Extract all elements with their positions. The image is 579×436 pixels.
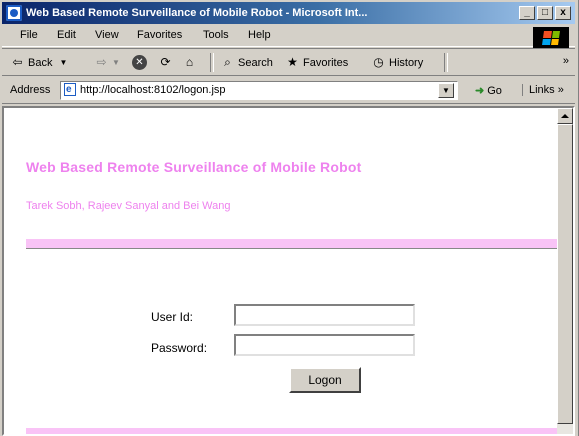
search-icon: ⌕ bbox=[224, 55, 231, 69]
menu-bar: File Edit View Favorites Tools Help bbox=[2, 26, 575, 49]
logon-page: Web Based Remote Surveillance of Mobile … bbox=[12, 108, 562, 434]
menu-help[interactable]: Help bbox=[248, 29, 271, 41]
refresh-icon: ⟳ bbox=[160, 55, 171, 69]
browser-window: Web Based Remote Surveillance of Mobile … bbox=[0, 0, 579, 436]
go-arrow-icon: ➜ bbox=[475, 85, 485, 97]
back-arrow-icon: ⇦ bbox=[12, 55, 23, 69]
go-label: Go bbox=[487, 84, 502, 97]
page-icon bbox=[64, 82, 76, 98]
page-title: Web Based Remote Surveillance of Mobile … bbox=[26, 159, 362, 175]
stop-button[interactable]: ✕ bbox=[132, 55, 147, 70]
minimize-button[interactable]: _ bbox=[519, 6, 535, 20]
home-button[interactable]: ⌂ bbox=[182, 55, 197, 70]
restore-button[interactable]: □ bbox=[537, 6, 553, 20]
search-button[interactable]: ⌕ Search bbox=[220, 55, 273, 70]
chevron-down-icon: ▼ bbox=[59, 58, 68, 67]
favorites-button[interactable]: ★ Favorites bbox=[285, 55, 348, 70]
back-label: Back bbox=[28, 56, 53, 69]
header-divider bbox=[26, 239, 562, 249]
window-controls: _ □ x bbox=[519, 6, 571, 20]
refresh-button[interactable]: ⟳ bbox=[158, 55, 173, 70]
menu-file[interactable]: File bbox=[20, 29, 38, 41]
history-button[interactable]: ◷ History bbox=[371, 55, 423, 70]
menu-view[interactable]: View bbox=[95, 29, 119, 41]
vertical-scrollbar[interactable] bbox=[557, 108, 573, 434]
home-icon: ⌂ bbox=[185, 55, 194, 69]
menu-favorites[interactable]: Favorites bbox=[137, 29, 182, 41]
links-button[interactable]: Links » bbox=[522, 84, 564, 96]
toolbar-divider bbox=[444, 53, 448, 72]
password-input[interactable] bbox=[234, 334, 415, 356]
windows-logo-icon bbox=[533, 27, 569, 49]
chevron-down-icon: ▼ bbox=[442, 86, 450, 95]
scroll-up-icon[interactable] bbox=[557, 108, 573, 124]
password-label: Password: bbox=[151, 341, 208, 355]
favorites-icon: ★ bbox=[287, 55, 298, 69]
menu-tools[interactable]: Tools bbox=[203, 29, 229, 41]
author-line: Tarek Sobh, Rajeev Sanyal and Bei Wang bbox=[26, 200, 231, 212]
back-button[interactable]: ⇦ Back ▼ bbox=[10, 55, 67, 70]
address-bar: Address http://localhost:8102/logon.jsp … bbox=[2, 78, 575, 104]
close-button[interactable]: x bbox=[555, 6, 571, 20]
address-dropdown-button[interactable]: ▼ bbox=[438, 83, 454, 98]
address-url: http://localhost:8102/logon.jsp bbox=[80, 84, 226, 96]
address-label: Address bbox=[10, 84, 51, 96]
menu-edit[interactable]: Edit bbox=[57, 29, 76, 41]
forward-arrow-icon: ⇨ bbox=[96, 55, 107, 69]
stop-icon: ✕ bbox=[132, 55, 147, 70]
scroll-thumb[interactable] bbox=[557, 124, 573, 424]
favorites-label: Favorites bbox=[303, 56, 349, 69]
standard-toolbar: ⇦ Back ▼ ⇨ ▼ ✕ ⟳ ⌂ ⌕ Search ★ Favorites … bbox=[2, 48, 575, 76]
toolbar-more-icon[interactable]: » bbox=[563, 55, 569, 67]
footer-divider bbox=[26, 428, 562, 434]
ie-icon bbox=[6, 5, 22, 21]
user-id-input[interactable] bbox=[234, 304, 415, 326]
page-viewport[interactable]: Web Based Remote Surveillance of Mobile … bbox=[2, 106, 575, 436]
window-title: Web Based Remote Surveillance of Mobile … bbox=[26, 7, 368, 19]
user-id-label: User Id: bbox=[151, 310, 194, 324]
go-button[interactable]: ➜ Go bbox=[475, 84, 502, 98]
forward-button[interactable]: ⇨ ▼ bbox=[94, 55, 120, 70]
chevron-down-icon: ▼ bbox=[112, 58, 120, 67]
logon-button[interactable]: Logon bbox=[289, 367, 361, 393]
history-label: History bbox=[389, 56, 424, 69]
address-input[interactable]: http://localhost:8102/logon.jsp bbox=[60, 81, 458, 100]
toolbar-divider bbox=[210, 53, 214, 72]
search-label: Search bbox=[238, 56, 273, 69]
history-icon: ◷ bbox=[373, 55, 384, 69]
title-bar[interactable]: Web Based Remote Surveillance of Mobile … bbox=[2, 2, 575, 24]
